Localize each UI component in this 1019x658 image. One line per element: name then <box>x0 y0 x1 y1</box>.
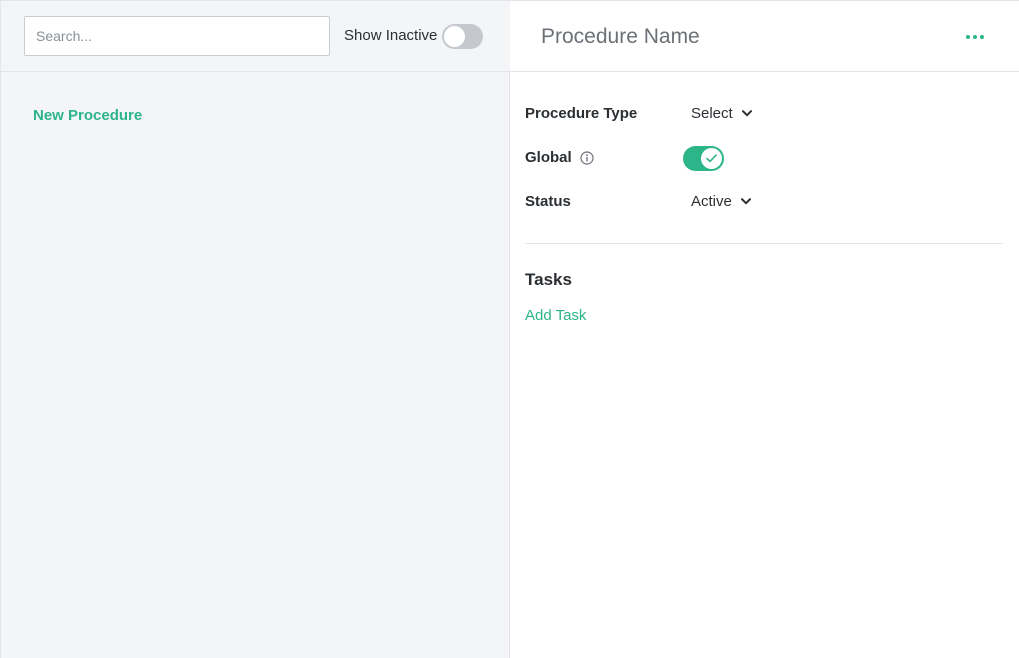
procedure-type-label: Procedure Type <box>525 105 638 122</box>
app-window: Show Inactive New Procedure Procedure Na… <box>0 0 1019 658</box>
chevron-down-icon <box>741 110 752 117</box>
more-horizontal-icon <box>980 35 984 39</box>
global-label: Global <box>525 149 572 166</box>
status-select[interactable]: Active <box>691 193 751 210</box>
show-inactive-label: Show Inactive <box>344 27 438 44</box>
more-options-button[interactable] <box>962 28 988 46</box>
toggle-knob <box>444 26 465 47</box>
detail-header: Procedure Name <box>510 1 1019 72</box>
new-procedure-link[interactable]: New Procedure <box>33 107 142 124</box>
chevron-down-icon <box>740 198 751 205</box>
search-input[interactable] <box>24 16 330 56</box>
tasks-heading: Tasks <box>525 270 572 289</box>
show-inactive-toggle[interactable] <box>442 24 483 49</box>
more-horizontal-icon <box>973 35 977 39</box>
procedure-list-pane: Show Inactive New Procedure <box>0 0 510 658</box>
status-value: Active <box>691 193 732 210</box>
info-icon[interactable] <box>580 151 594 165</box>
list-toolbar: Show Inactive <box>1 1 510 72</box>
procedure-type-value: Select <box>691 105 733 122</box>
procedure-type-select[interactable]: Select <box>691 105 752 122</box>
section-divider <box>525 243 1003 244</box>
global-toggle[interactable] <box>683 146 724 171</box>
status-label: Status <box>525 193 571 210</box>
toggle-knob <box>701 148 722 169</box>
check-icon <box>706 154 717 163</box>
procedure-name-title[interactable]: Procedure Name <box>541 25 700 49</box>
procedure-detail-pane: Procedure Name Procedure Type Select Glo… <box>510 0 1019 658</box>
more-horizontal-icon <box>966 35 970 39</box>
add-task-link[interactable]: Add Task <box>525 307 586 324</box>
